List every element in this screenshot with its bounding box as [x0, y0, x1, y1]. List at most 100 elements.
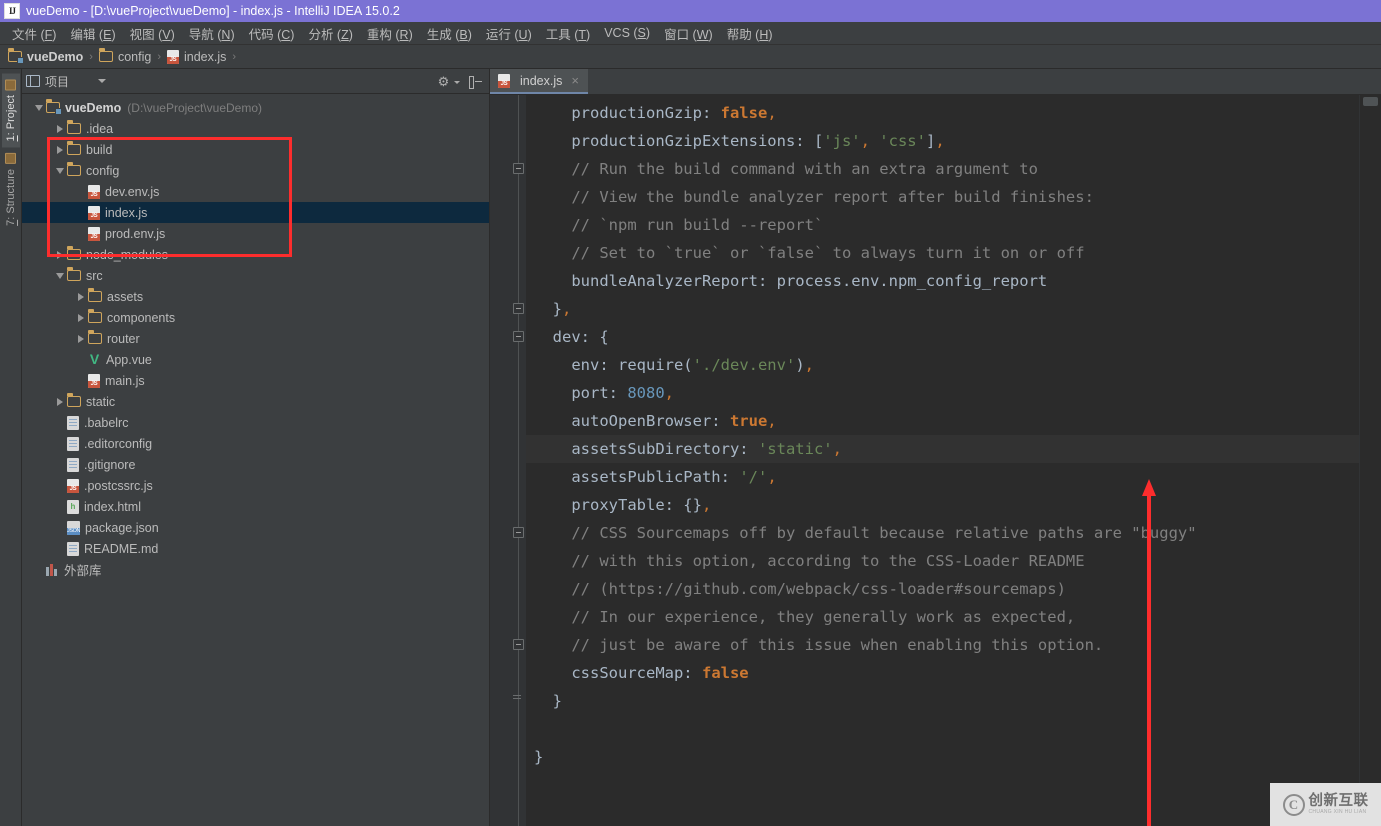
- code-line[interactable]: // just be aware of this issue when enab…: [526, 631, 1359, 659]
- chevron-down-icon[interactable]: [53, 272, 67, 279]
- menu-item-5[interactable]: 代码 (C): [242, 22, 302, 45]
- tree-node--babelrc[interactable]: .babelrc: [22, 412, 489, 433]
- code-line[interactable]: productionGzipExtensions: ['js', 'css'],: [526, 127, 1359, 155]
- code-line[interactable]: // `npm run build --report`: [526, 211, 1359, 239]
- code-line[interactable]: // View the bundle analyzer report after…: [526, 183, 1359, 211]
- code-line[interactable]: dev: {: [526, 323, 1359, 351]
- code-line[interactable]: cssSourceMap: false: [526, 659, 1359, 687]
- menu-item-6[interactable]: 分析 (Z): [301, 22, 359, 45]
- tree-node--idea[interactable]: .idea: [22, 118, 489, 139]
- chevron-right-icon[interactable]: [74, 313, 88, 322]
- tree-node-router[interactable]: router: [22, 328, 489, 349]
- menu-item-8[interactable]: 生成 (B): [420, 22, 479, 45]
- folder-icon: [67, 141, 81, 155]
- code-line[interactable]: [526, 715, 1359, 743]
- collapse-right-icon[interactable]: [469, 75, 482, 89]
- fold-marker-icon[interactable]: [513, 303, 524, 314]
- breadcrumb-item-config[interactable]: config: [98, 48, 151, 64]
- code-line[interactable]: // Set to `true` or `false` to always tu…: [526, 239, 1359, 267]
- code-token-kw: true: [729, 412, 768, 430]
- tree-node-readme-md[interactable]: README.md: [22, 538, 489, 559]
- menu-item-7[interactable]: 重构 (R): [360, 22, 420, 45]
- code-line[interactable]: }: [526, 743, 1359, 771]
- code-line[interactable]: autoOpenBrowser: true,: [526, 407, 1359, 435]
- tree-node--postcssrc-js[interactable]: JS .postcssrc.js: [22, 475, 489, 496]
- tree-node-assets[interactable]: assets: [22, 286, 489, 307]
- tree-node-dev-env-js[interactable]: JS dev.env.js: [22, 181, 489, 202]
- code-editor[interactable]: productionGzip: false, productionGzipExt…: [526, 95, 1359, 826]
- tree-node-app-vue[interactable]: V App.vue: [22, 349, 489, 370]
- chevron-right-icon[interactable]: [53, 145, 67, 154]
- menu-item-12[interactable]: 窗口 (W): [657, 22, 720, 45]
- tree-node-vuedemo[interactable]: vueDemo (D:\vueProject\vueDemo): [22, 97, 489, 118]
- menu-item-11[interactable]: VCS (S): [597, 24, 657, 42]
- tree-node--editorconfig[interactable]: .editorconfig: [22, 433, 489, 454]
- fold-marker-icon[interactable]: [513, 331, 524, 342]
- editor-tab-index-js[interactable]: JS index.js ×: [490, 69, 588, 94]
- chevron-right-icon[interactable]: [53, 250, 67, 259]
- menu-item-1[interactable]: 文件 (F): [5, 22, 63, 45]
- tree-node-main-js[interactable]: JS main.js: [22, 370, 489, 391]
- fold-marker-icon[interactable]: [513, 639, 524, 650]
- code-line[interactable]: // (https://github.com/webpack/css-loade…: [526, 575, 1359, 603]
- js-file-icon: JS: [88, 226, 100, 241]
- chevron-right-icon[interactable]: [74, 292, 88, 301]
- tree-node-index-html[interactable]: h index.html: [22, 496, 489, 517]
- close-icon[interactable]: ×: [571, 73, 579, 88]
- tree-node-外部库[interactable]: 外部库: [22, 559, 489, 580]
- code-line[interactable]: // Run the build command with an extra a…: [526, 155, 1359, 183]
- tree-node-node_modules[interactable]: node_modules: [22, 244, 489, 265]
- code-line[interactable]: }: [526, 687, 1359, 715]
- tree-node-label: static: [86, 394, 116, 409]
- code-line[interactable]: // In our experience, they generally wor…: [526, 603, 1359, 631]
- scrollbar-thumb[interactable]: [1363, 97, 1378, 106]
- chevron-down-icon[interactable]: [454, 80, 460, 84]
- chevron-down-icon[interactable]: [53, 167, 67, 174]
- menu-item-4[interactable]: 导航 (N): [182, 22, 242, 45]
- chevron-down-icon[interactable]: [32, 104, 46, 111]
- tree-node-static[interactable]: static: [22, 391, 489, 412]
- fold-marker-icon[interactable]: [513, 527, 524, 538]
- code-line[interactable]: assetsSubDirectory: 'static',: [526, 435, 1359, 463]
- breadcrumb-item-vuedemo[interactable]: vueDemo: [8, 48, 83, 64]
- tree-node-build[interactable]: build: [22, 139, 489, 160]
- code-folding-strip[interactable]: [512, 95, 526, 826]
- tree-node-src[interactable]: src: [22, 265, 489, 286]
- tree-node-prod-env-js[interactable]: JS prod.env.js: [22, 223, 489, 244]
- chevron-right-icon[interactable]: [53, 397, 67, 406]
- fold-marker-icon[interactable]: [513, 163, 524, 174]
- fold-marker-end-icon[interactable]: [513, 695, 524, 706]
- tool-tab-1-project[interactable]: 1: Project: [1, 73, 20, 148]
- menu-item-3[interactable]: 视图 (V): [123, 22, 182, 45]
- chevron-right-icon[interactable]: [53, 124, 67, 133]
- breadcrumb-item-index-js[interactable]: JS index.js: [166, 49, 226, 64]
- folder-module-icon: [46, 99, 62, 115]
- tree-node-components[interactable]: components: [22, 307, 489, 328]
- menu-item-9[interactable]: 运行 (U): [479, 22, 539, 45]
- project-file-tree[interactable]: vueDemo (D:\vueProject\vueDemo) .idea build…: [22, 94, 489, 826]
- menu-item-2[interactable]: 编辑 (E): [63, 22, 122, 45]
- code-line[interactable]: // CSS Sourcemaps off by default because…: [526, 519, 1359, 547]
- menu-item-10[interactable]: 工具 (T): [539, 22, 597, 45]
- editor-marker-gutter[interactable]: [1359, 95, 1381, 826]
- code-line[interactable]: // with this option, according to the CS…: [526, 547, 1359, 575]
- code-token-punc: ,: [767, 468, 777, 486]
- code-token-plain: }: [552, 692, 563, 710]
- code-line[interactable]: env: require('./dev.env'),: [526, 351, 1359, 379]
- code-line[interactable]: assetsPublicPath: '/',: [526, 463, 1359, 491]
- code-line[interactable]: bundleAnalyzerReport: process.env.npm_co…: [526, 267, 1359, 295]
- code-line[interactable]: proxyTable: {},: [526, 491, 1359, 519]
- code-line[interactable]: },: [526, 295, 1359, 323]
- tool-tab-7-structure[interactable]: 7: Structure: [2, 147, 20, 232]
- code-line[interactable]: productionGzip: false,: [526, 99, 1359, 127]
- menu-item-13[interactable]: 帮助 (H): [720, 22, 780, 45]
- chevron-right-icon[interactable]: [74, 334, 88, 343]
- tree-node-package-json[interactable]: JSON package.json: [22, 517, 489, 538]
- tree-node-config[interactable]: config: [22, 160, 489, 181]
- code-line[interactable]: port: 8080,: [526, 379, 1359, 407]
- tree-node--gitignore[interactable]: .gitignore: [22, 454, 489, 475]
- gear-icon[interactable]: ⚙: [437, 75, 450, 88]
- code-token-plain: assetsSubDirectory:: [571, 440, 758, 458]
- chevron-down-icon[interactable]: [98, 79, 107, 83]
- tree-node-index-js[interactable]: JS index.js: [22, 202, 489, 223]
